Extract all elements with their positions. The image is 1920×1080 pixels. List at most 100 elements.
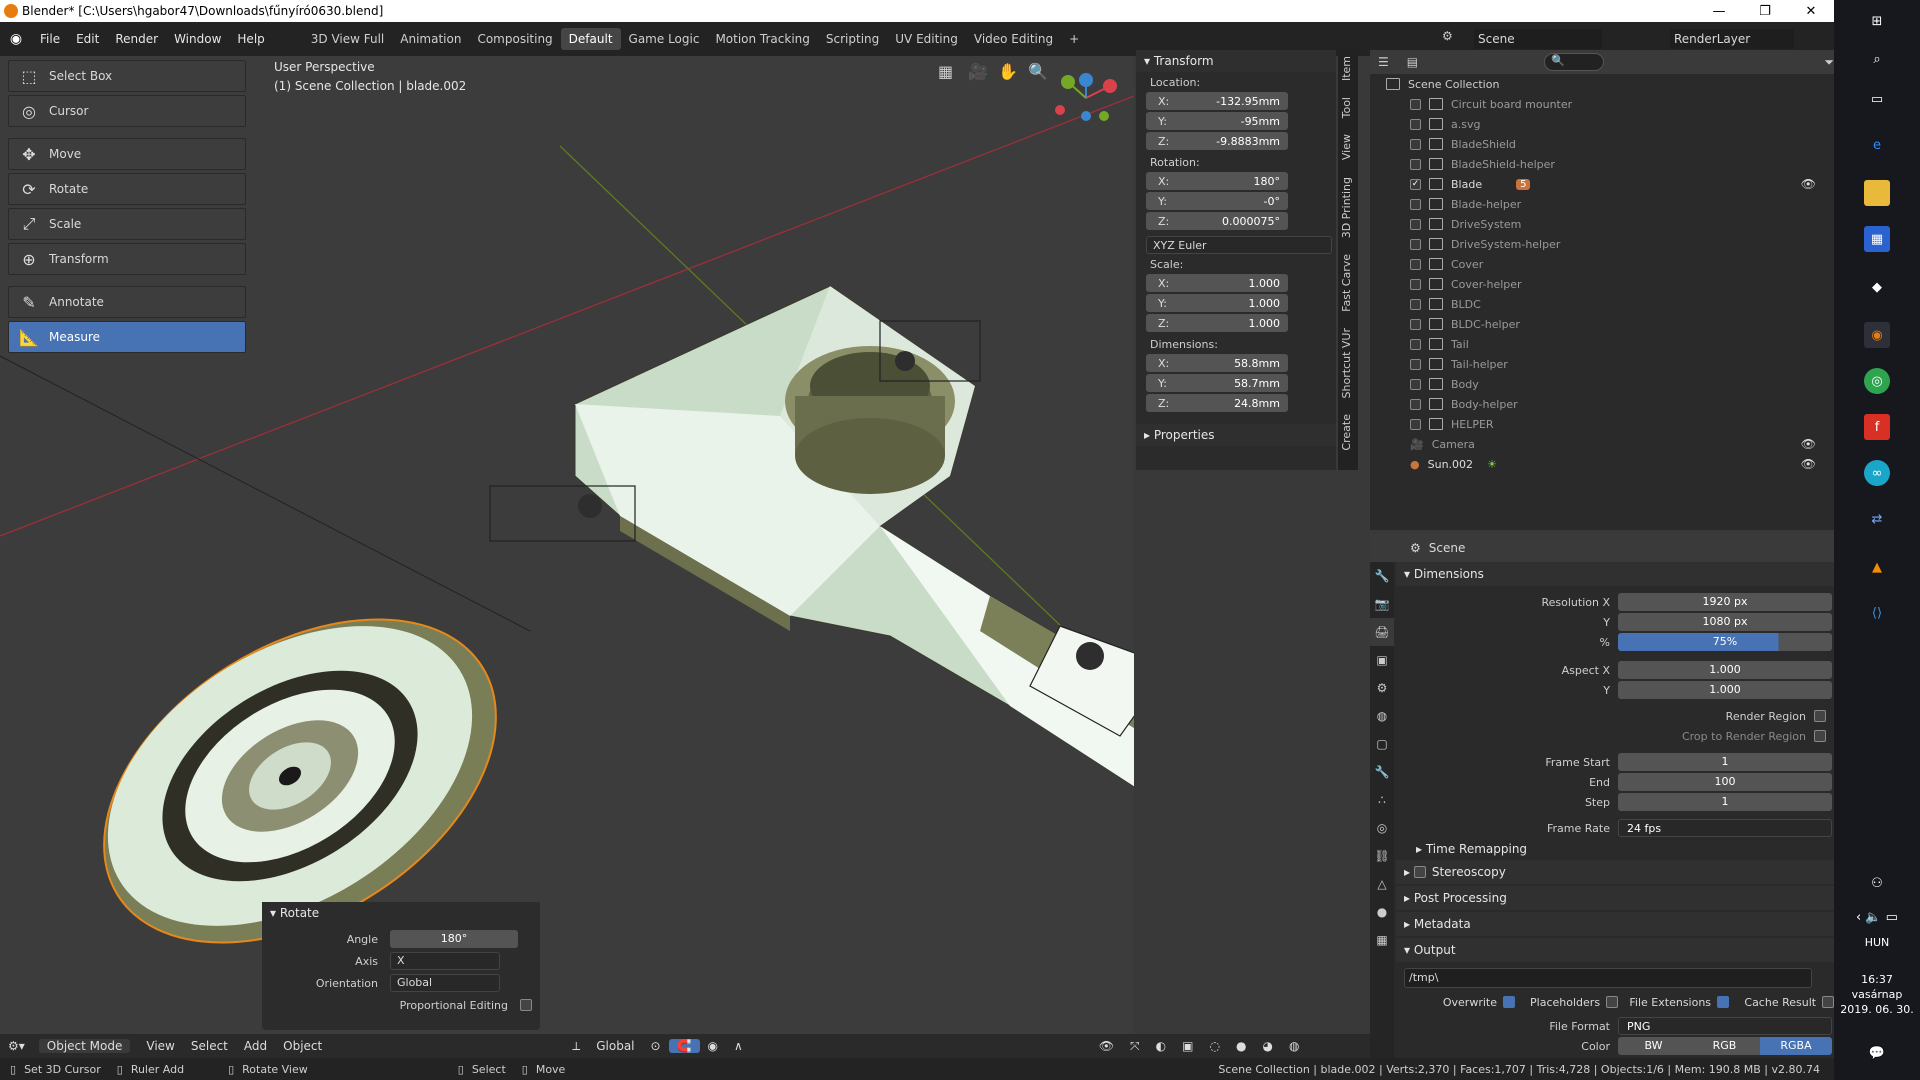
outliner-collection-row[interactable]: Body [1370, 374, 1834, 394]
outliner-collection-row[interactable]: DriveSystem [1370, 214, 1834, 234]
visibility-eye-icon[interactable]: 👁 [1801, 437, 1816, 451]
tab-video-editing[interactable]: Video Editing [966, 28, 1061, 50]
angle-field[interactable]: 180° [390, 930, 518, 948]
sidetab-create[interactable]: Create [1338, 408, 1355, 457]
resolution-percent-slider[interactable]: 75% [1618, 633, 1832, 651]
placeholders-checkbox[interactable] [1606, 996, 1618, 1008]
stereoscopy-checkbox[interactable] [1413, 866, 1426, 878]
blender-taskbar-icon[interactable]: ◉ [1864, 322, 1890, 348]
dimensions-section-header[interactable]: ▾ Dimensions [1396, 562, 1834, 586]
sidetab-fast-carve[interactable]: Fast Carve [1338, 248, 1355, 318]
scale-x-field[interactable]: X: 1.000 [1146, 274, 1288, 292]
input-language[interactable]: HUN [1834, 936, 1920, 949]
calendar-app-icon[interactable]: ▦ [1864, 226, 1890, 252]
object-mode-select[interactable]: Object Mode [38, 1039, 131, 1053]
sidetab-item[interactable]: Item [1338, 50, 1355, 87]
output-path-input[interactable]: /tmp\ [1404, 968, 1812, 988]
world-properties-icon[interactable]: ◍ [1370, 702, 1394, 730]
tab-scripting[interactable]: Scripting [818, 28, 887, 50]
dimension-z-field[interactable]: Z: 24.8mm [1146, 394, 1288, 412]
proportional-editing-checkbox[interactable] [520, 999, 532, 1011]
scale-y-field[interactable]: Y: 1.000 [1146, 294, 1288, 312]
outliner-collection-row[interactable]: BLDC-helper [1370, 314, 1834, 334]
color-bw-button[interactable]: BW [1618, 1037, 1689, 1055]
aspect-x-field[interactable]: 1.000 [1618, 661, 1832, 679]
chrome-icon[interactable]: ◎ [1864, 368, 1890, 394]
menu-object[interactable]: Object [275, 1039, 330, 1053]
color-rgb-button[interactable]: RGB [1689, 1037, 1760, 1055]
collection-checkbox[interactable] [1410, 358, 1421, 370]
dimension-y-field[interactable]: Y: 58.7mm [1146, 374, 1288, 392]
sidetab-shortcut-vur[interactable]: Shortcut VUr [1338, 322, 1355, 404]
tool-annotate[interactable]: ✎ Annotate [8, 286, 246, 318]
visibility-eye-icon[interactable]: 👁 [1801, 177, 1816, 191]
scale-z-field[interactable]: Z: 1.000 [1146, 314, 1288, 332]
zoom-icon[interactable]: 🔍 [1028, 62, 1048, 81]
outliner-collection-row[interactable]: ✓ Blade 5 👁 [1370, 174, 1834, 194]
tab-motion-tracking[interactable]: Motion Tracking [707, 28, 817, 50]
outliner-collection-row[interactable]: Body-helper [1370, 394, 1834, 414]
blender-menu-icon[interactable]: ◉ [0, 31, 32, 47]
outliner-collection-row[interactable]: DriveSystem-helper [1370, 234, 1834, 254]
resolution-y-field[interactable]: 1080 px [1618, 613, 1832, 631]
visibility-eye-icon[interactable]: 👁 [1801, 457, 1816, 471]
transform-orientation-select[interactable]: Global [588, 1039, 642, 1053]
collection-checkbox[interactable] [1410, 378, 1421, 390]
menu-window[interactable]: Window [166, 32, 229, 46]
tool-cursor[interactable]: ◎ Cursor [8, 95, 246, 127]
tab-3d-view-full[interactable]: 3D View Full [303, 28, 393, 50]
output-section-header[interactable]: ▾ Output [1396, 938, 1834, 962]
resolution-x-field[interactable]: 1920 px [1618, 593, 1832, 611]
search-icon[interactable]: ⌕ [1864, 46, 1890, 72]
shading-solid-icon[interactable]: ● [1228, 1039, 1254, 1053]
collection-checkbox[interactable]: ✓ [1410, 178, 1421, 190]
menu-view[interactable]: View [138, 1039, 182, 1053]
stereoscopy-section-header[interactable]: ▸ Stereoscopy [1396, 860, 1834, 884]
collection-checkbox[interactable] [1410, 278, 1421, 290]
scene-icon[interactable]: ⚙ [1442, 29, 1462, 49]
edge-icon[interactable]: e [1864, 132, 1890, 158]
outliner-collection-row[interactable]: Tail [1370, 334, 1834, 354]
texture-icon[interactable]: ▦ [1370, 926, 1394, 954]
file-explorer-icon[interactable] [1864, 180, 1890, 206]
rotation-y-field[interactable]: Y: -0° [1146, 192, 1288, 210]
output-properties-icon[interactable]: 🖨 [1370, 618, 1394, 646]
metadata-section-header[interactable]: ▸ Metadata [1396, 912, 1834, 936]
minimize-button[interactable]: — [1696, 0, 1742, 22]
render-region-checkbox[interactable] [1814, 710, 1826, 722]
xray-icon[interactable]: ▣ [1174, 1039, 1201, 1053]
collection-checkbox[interactable] [1410, 258, 1421, 270]
location-z-field[interactable]: Z: -9.8883mm [1146, 132, 1288, 150]
notifications-icon[interactable]: 💬 [1864, 1040, 1890, 1066]
menu-edit[interactable]: Edit [68, 32, 107, 46]
outliner-search-input[interactable]: 🔍 [1544, 53, 1605, 71]
file-format-select[interactable]: PNG [1618, 1017, 1832, 1035]
menu-select[interactable]: Select [183, 1039, 236, 1053]
3d-app-icon[interactable]: ◆ [1864, 274, 1890, 300]
outliner-collection-row[interactable]: HELPER [1370, 414, 1834, 434]
tool-transform[interactable]: ⊕ Transform [8, 243, 246, 275]
collection-checkbox[interactable] [1410, 118, 1421, 130]
sidetab-tool[interactable]: Tool [1338, 91, 1355, 124]
editor-type-icon[interactable]: ☰ [1378, 55, 1389, 69]
add-workspace-button[interactable]: + [1061, 28, 1087, 50]
outliner-collection-row[interactable]: Cover [1370, 254, 1834, 274]
sidetab-view[interactable]: View [1338, 128, 1355, 166]
editor-type-icon[interactable]: ⚙▾ [0, 1039, 33, 1053]
tab-default[interactable]: Default [560, 28, 621, 50]
outliner-object-camera[interactable]: 🎥 Camera 👁 [1370, 434, 1834, 454]
outliner-collection-row[interactable]: Tail-helper [1370, 354, 1834, 374]
renderlayer-field[interactable]: RenderLayer [1670, 29, 1794, 49]
post-processing-section-header[interactable]: ▸ Post Processing [1396, 886, 1834, 910]
shading-render-icon[interactable]: ◍ [1281, 1039, 1307, 1053]
vlc-icon[interactable]: ▲ [1864, 554, 1890, 580]
outliner-collection-row[interactable]: BLDC [1370, 294, 1834, 314]
navigation-gizmo[interactable] [1050, 68, 1120, 138]
modifier-icon[interactable]: 🔧 [1370, 758, 1394, 786]
menu-file[interactable]: File [32, 32, 68, 46]
menu-help[interactable]: Help [229, 32, 272, 46]
tray-icons[interactable]: ‹ 🔈 ▭ [1844, 904, 1910, 930]
transform-header[interactable]: ▾ Transform [1136, 50, 1336, 72]
3d-viewport[interactable]: ⬚ Select Box ◎ Cursor ✥ Move ⟳ Rotate ⤢ Scale… [0, 56, 1134, 1046]
collection-checkbox[interactable] [1410, 198, 1421, 210]
